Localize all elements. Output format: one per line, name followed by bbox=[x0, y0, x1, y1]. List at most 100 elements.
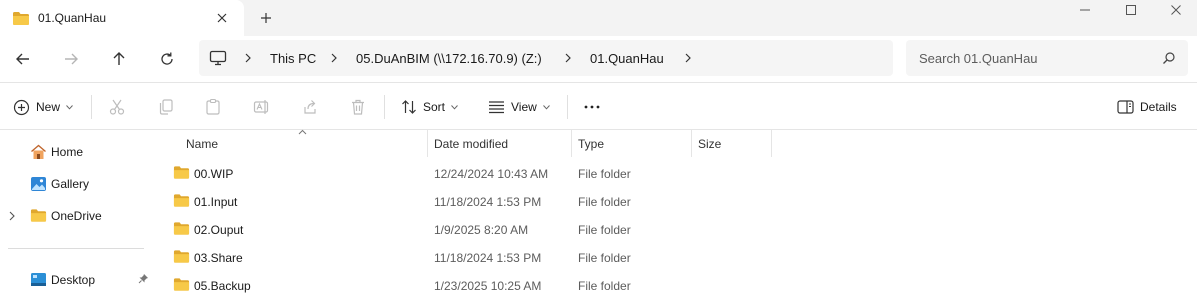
file-type: File folder bbox=[578, 223, 631, 237]
details-label: Details bbox=[1140, 100, 1177, 114]
file-date: 12/24/2024 10:43 AM bbox=[434, 167, 549, 181]
file-date: 11/18/2024 1:53 PM bbox=[434, 195, 542, 209]
maximize-icon[interactable] bbox=[1124, 3, 1138, 17]
copy-icon[interactable] bbox=[157, 98, 175, 116]
file-name: 01.Input bbox=[194, 195, 238, 209]
details-pane-icon bbox=[1117, 100, 1134, 114]
folder-icon bbox=[12, 11, 30, 26]
close-window-icon[interactable] bbox=[1169, 3, 1183, 17]
folder-icon bbox=[173, 221, 190, 236]
breadcrumb-this-pc[interactable]: This PC bbox=[270, 51, 316, 66]
sidebar-item-home[interactable]: Home bbox=[0, 141, 150, 163]
sort-label: Sort bbox=[423, 100, 446, 114]
desktop-icon bbox=[30, 272, 47, 287]
view-label: View bbox=[511, 100, 537, 114]
search-icon bbox=[1162, 51, 1176, 65]
chevron-right-icon[interactable] bbox=[8, 211, 16, 221]
file-list: Name Date modified Type Size 00.WIP 12/2… bbox=[155, 129, 1197, 294]
file-name: 00.WIP bbox=[194, 167, 234, 181]
file-date: 1/9/2025 8:20 AM bbox=[434, 223, 529, 237]
divider bbox=[8, 248, 144, 249]
new-button[interactable]: New bbox=[13, 98, 73, 116]
chevron-right-icon[interactable] bbox=[329, 53, 339, 63]
column-label: Date modified bbox=[434, 137, 509, 151]
details-button[interactable]: Details bbox=[1117, 98, 1177, 116]
cut-icon[interactable] bbox=[108, 98, 126, 116]
folder-icon bbox=[173, 165, 190, 180]
title-bar: 01.QuanHau bbox=[0, 0, 1197, 36]
close-icon[interactable] bbox=[214, 10, 230, 26]
chevron-right-icon[interactable] bbox=[683, 53, 693, 63]
pin-icon[interactable] bbox=[138, 273, 149, 284]
divider bbox=[91, 95, 92, 119]
new-label: New bbox=[36, 100, 61, 114]
file-name: 03.Share bbox=[194, 251, 243, 265]
back-arrow-icon[interactable] bbox=[14, 50, 32, 68]
sidebar-item-desktop[interactable]: Desktop bbox=[0, 269, 150, 291]
file-type: File folder bbox=[578, 279, 631, 293]
home-icon bbox=[30, 144, 47, 160]
command-bar: New Sort View Details bbox=[0, 82, 1197, 130]
paste-icon[interactable] bbox=[204, 98, 222, 116]
navigation-bar: This PC 05.DuAnBIM (\\172.16.70.9) (Z:) … bbox=[0, 36, 1197, 82]
tab-title: 01.QuanHau bbox=[38, 11, 107, 25]
chevron-right-icon[interactable] bbox=[563, 53, 573, 63]
folder-icon bbox=[173, 277, 190, 292]
search-input[interactable]: Search 01.QuanHau bbox=[906, 40, 1188, 76]
share-icon[interactable] bbox=[301, 98, 319, 116]
breadcrumb-current-folder[interactable]: 01.QuanHau bbox=[590, 51, 664, 66]
column-header-type[interactable]: Type bbox=[572, 130, 692, 157]
sort-icon bbox=[401, 99, 417, 115]
more-options-icon[interactable] bbox=[583, 98, 601, 116]
divider bbox=[567, 95, 568, 119]
folder-icon bbox=[30, 208, 47, 223]
refresh-icon[interactable] bbox=[158, 50, 176, 68]
breadcrumb-drive[interactable]: 05.DuAnBIM (\\172.16.70.9) (Z:) bbox=[356, 51, 542, 66]
sidebar-item-label: Desktop bbox=[51, 273, 96, 287]
computer-icon bbox=[209, 50, 227, 66]
tab-current-folder[interactable]: 01.QuanHau bbox=[0, 0, 244, 36]
sort-button[interactable]: Sort bbox=[401, 98, 458, 116]
table-row[interactable]: 03.Share 11/18/2024 1:53 PM File folder bbox=[155, 243, 1197, 271]
table-row[interactable]: 00.WIP 12/24/2024 10:43 AM File folder bbox=[155, 159, 1197, 187]
chevron-down-icon bbox=[542, 104, 550, 110]
sidebar-item-label: Gallery bbox=[51, 177, 90, 191]
file-name: 05.Backup bbox=[194, 279, 251, 293]
view-button[interactable]: View bbox=[488, 98, 550, 116]
forward-arrow-icon[interactable] bbox=[62, 50, 80, 68]
navigation-pane: Home Gallery OneDrive Desktop bbox=[0, 130, 155, 294]
chevron-down-icon bbox=[66, 104, 73, 110]
chevron-down-icon bbox=[451, 104, 458, 110]
view-list-icon bbox=[488, 100, 505, 114]
column-header-date-modified[interactable]: Date modified bbox=[428, 130, 572, 157]
rename-icon[interactable] bbox=[253, 98, 271, 116]
column-header-size[interactable]: Size bbox=[692, 130, 772, 157]
sort-ascending-icon bbox=[298, 129, 307, 135]
column-label: Name bbox=[186, 137, 219, 151]
sidebar-item-gallery[interactable]: Gallery bbox=[0, 173, 150, 195]
column-label: Size bbox=[698, 137, 722, 151]
file-type: File folder bbox=[578, 251, 631, 265]
sidebar-item-label: Home bbox=[51, 145, 84, 159]
file-type: File folder bbox=[578, 167, 631, 181]
file-name: 02.Ouput bbox=[194, 223, 244, 237]
address-bar[interactable]: This PC 05.DuAnBIM (\\172.16.70.9) (Z:) … bbox=[199, 40, 893, 76]
divider bbox=[384, 95, 385, 119]
plus-circle-icon bbox=[13, 99, 30, 116]
sidebar-item-label: OneDrive bbox=[51, 209, 102, 223]
folder-icon bbox=[173, 249, 190, 264]
table-row[interactable]: 01.Input 11/18/2024 1:53 PM File folder bbox=[155, 187, 1197, 215]
delete-icon[interactable] bbox=[349, 98, 367, 116]
table-row[interactable]: 02.Ouput 1/9/2025 8:20 AM File folder bbox=[155, 215, 1197, 243]
file-date: 11/18/2024 1:53 PM bbox=[434, 251, 542, 265]
chevron-right-icon[interactable] bbox=[243, 53, 253, 63]
minimize-icon[interactable] bbox=[1078, 3, 1092, 17]
column-label: Type bbox=[578, 137, 605, 151]
gallery-icon bbox=[30, 176, 47, 192]
folder-icon bbox=[173, 193, 190, 208]
new-tab-button[interactable] bbox=[258, 10, 274, 26]
file-date: 1/23/2025 10:25 AM bbox=[434, 279, 542, 293]
up-arrow-icon[interactable] bbox=[110, 50, 128, 68]
sidebar-item-onedrive[interactable]: OneDrive bbox=[0, 205, 150, 227]
table-row[interactable]: 05.Backup 1/23/2025 10:25 AM File folder bbox=[155, 271, 1197, 299]
